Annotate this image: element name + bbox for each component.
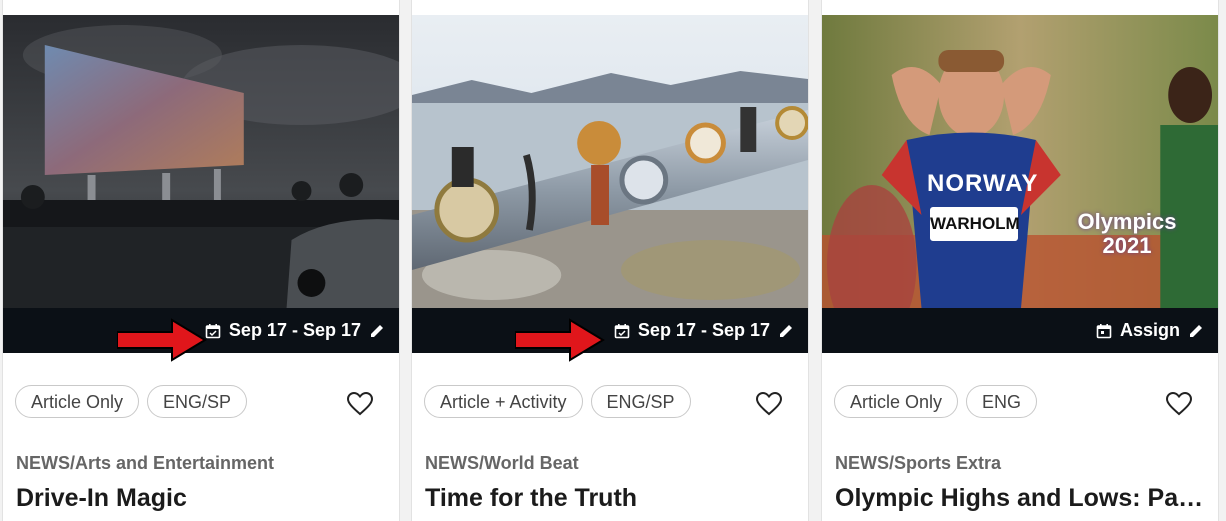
card-title[interactable]: Drive-In Magic <box>16 484 386 513</box>
calendar-icon <box>614 323 630 338</box>
calendar-icon <box>205 323 221 338</box>
card-title[interactable]: Time for the Truth <box>425 484 795 513</box>
card-category: NEWS/World Beat <box>425 453 579 473</box>
jersey-text: NORWAY <box>927 170 1039 197</box>
card-category: NEWS/Sports Extra <box>835 453 1002 473</box>
bib-text: WARHOLM <box>930 207 1020 241</box>
athlete-image <box>822 15 1218 308</box>
card-title[interactable]: Olympic Highs and Lows: Par... <box>835 484 1205 513</box>
content-card[interactable]: Sep 17 - Sep 17 Article + Activity ENG/S… <box>411 0 809 521</box>
date-range: Sep 17 - Sep 17 <box>228 320 361 340</box>
assign-label: Assign <box>1119 320 1180 340</box>
tag-chip[interactable]: ENG/SP <box>590 385 691 418</box>
content-card[interactable]: Sep 17 - Sep 17 Article Only ENG/SP NEWS… <box>2 0 400 521</box>
heart-icon[interactable] <box>347 392 373 416</box>
tag-list: Article Only ENG <box>834 385 1038 418</box>
tag-list: Article Only ENG/SP <box>15 385 248 418</box>
assign-bar[interactable]: Assign <box>822 308 1218 353</box>
content-card[interactable]: NORWAY WARHOLM Olympics 2021 Assign Arti… <box>821 0 1219 521</box>
card-image[interactable]: NORWAY WARHOLM Olympics 2021 <box>822 15 1218 308</box>
date-range: Sep 17 - Sep 17 <box>637 320 770 340</box>
card-image[interactable] <box>412 15 808 308</box>
heart-icon[interactable] <box>756 392 782 416</box>
tag-list: Article + Activity ENG/SP <box>424 385 691 418</box>
calendar-icon <box>1096 323 1112 338</box>
pencil-icon[interactable] <box>1188 323 1204 339</box>
heart-icon[interactable] <box>1166 392 1192 416</box>
card-image[interactable] <box>3 15 399 308</box>
watches-image <box>412 15 808 308</box>
red-arrow-annotation <box>117 318 207 362</box>
tag-chip[interactable]: Article Only <box>15 385 140 418</box>
tag-chip[interactable]: Article + Activity <box>424 385 583 418</box>
tag-chip[interactable]: ENG/SP <box>147 385 248 418</box>
olympics-overlay: Olympics 2021 <box>1077 209 1177 258</box>
card-category: NEWS/Arts and Entertainment <box>16 453 275 473</box>
drive-in-image <box>3 15 399 308</box>
pencil-icon[interactable] <box>369 323 385 339</box>
red-arrow-annotation <box>515 318 605 362</box>
pencil-icon[interactable] <box>778 323 794 339</box>
tag-chip[interactable]: Article Only <box>834 385 959 418</box>
date-bar[interactable]: Sep 17 - Sep 17 <box>412 308 808 353</box>
tag-chip[interactable]: ENG <box>966 385 1038 418</box>
